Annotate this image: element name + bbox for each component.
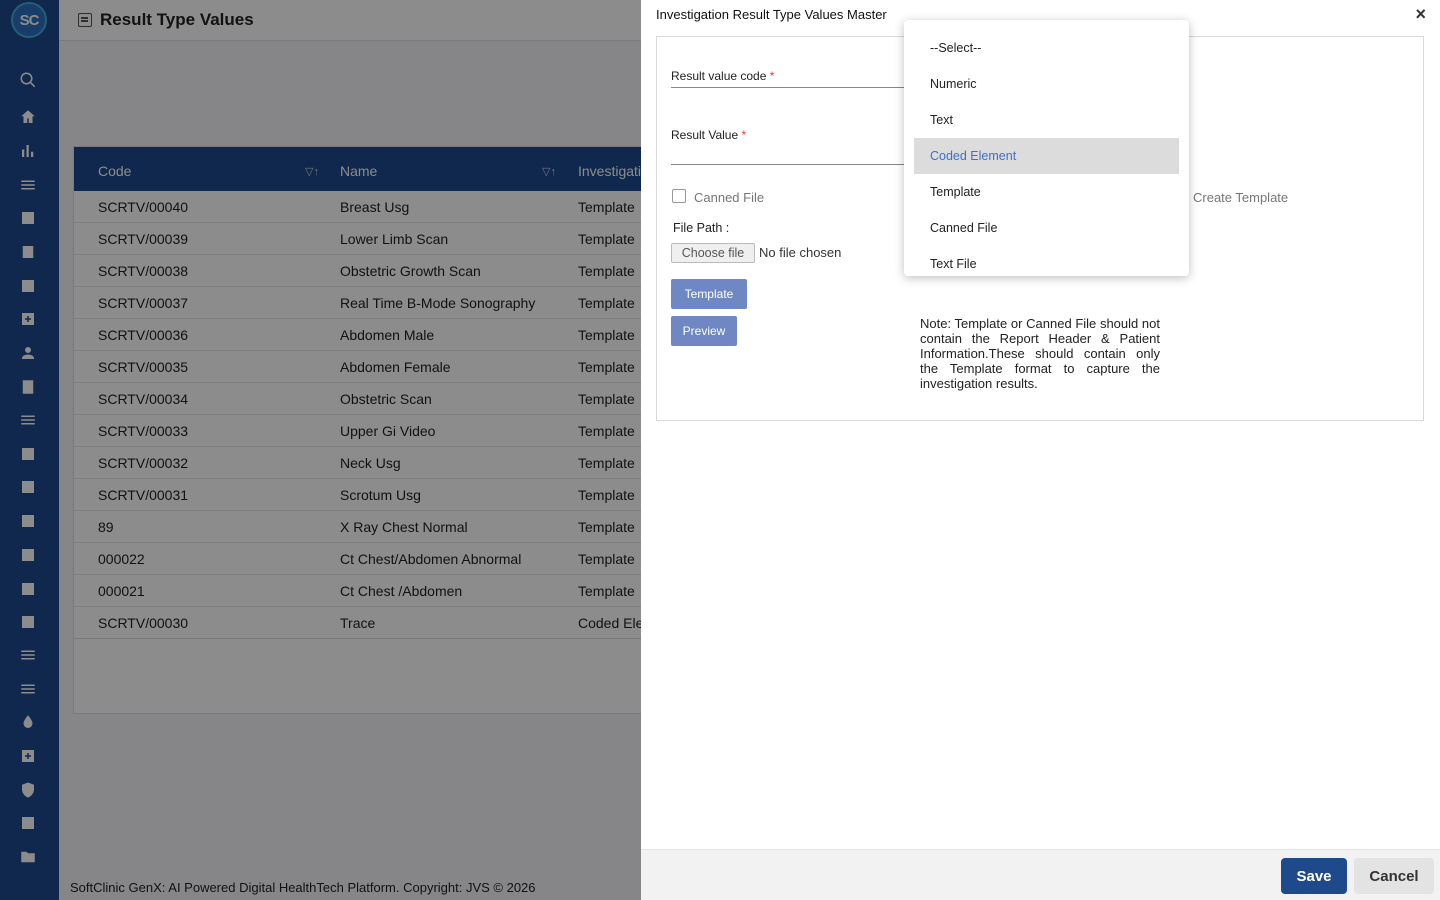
modal-footer: Save Cancel xyxy=(641,849,1440,900)
result-value-label: Result Value * xyxy=(671,128,747,142)
result-value-select[interactable] xyxy=(671,164,906,165)
result-value-code-input[interactable] xyxy=(671,87,906,88)
file-status: No file chosen xyxy=(759,245,842,260)
cancel-button[interactable]: Cancel xyxy=(1354,858,1434,894)
save-button[interactable]: Save xyxy=(1281,858,1347,894)
dropdown-option[interactable]: Text File xyxy=(914,246,1179,276)
dropdown-option[interactable]: --Select-- xyxy=(914,30,1179,66)
template-note: Note: Template or Canned File should not… xyxy=(920,316,1160,391)
canned-file-checkbox[interactable] xyxy=(672,189,686,203)
result-value-code-label: Result value code * xyxy=(671,69,775,83)
close-icon[interactable]: × xyxy=(1415,4,1426,25)
modal-title: Investigation Result Type Values Master xyxy=(656,7,887,22)
dropdown-option[interactable]: Text xyxy=(914,102,1179,138)
dropdown-option[interactable]: Numeric xyxy=(914,66,1179,102)
canned-file-label: Canned File xyxy=(694,190,765,205)
create-template-label[interactable]: Create Template xyxy=(1193,190,1288,205)
dropdown-option[interactable]: Canned File xyxy=(914,210,1179,246)
dropdown-option[interactable]: Coded Element xyxy=(914,138,1179,174)
preview-button[interactable]: Preview xyxy=(671,316,737,346)
choose-file-button[interactable]: Choose file xyxy=(671,243,755,263)
template-button[interactable]: Template xyxy=(671,279,747,309)
result-value-dropdown: --Select-- Numeric Text Coded Element Templa… xyxy=(904,20,1189,276)
file-path-label: File Path : xyxy=(673,221,730,235)
dropdown-option[interactable]: Template xyxy=(914,174,1179,210)
